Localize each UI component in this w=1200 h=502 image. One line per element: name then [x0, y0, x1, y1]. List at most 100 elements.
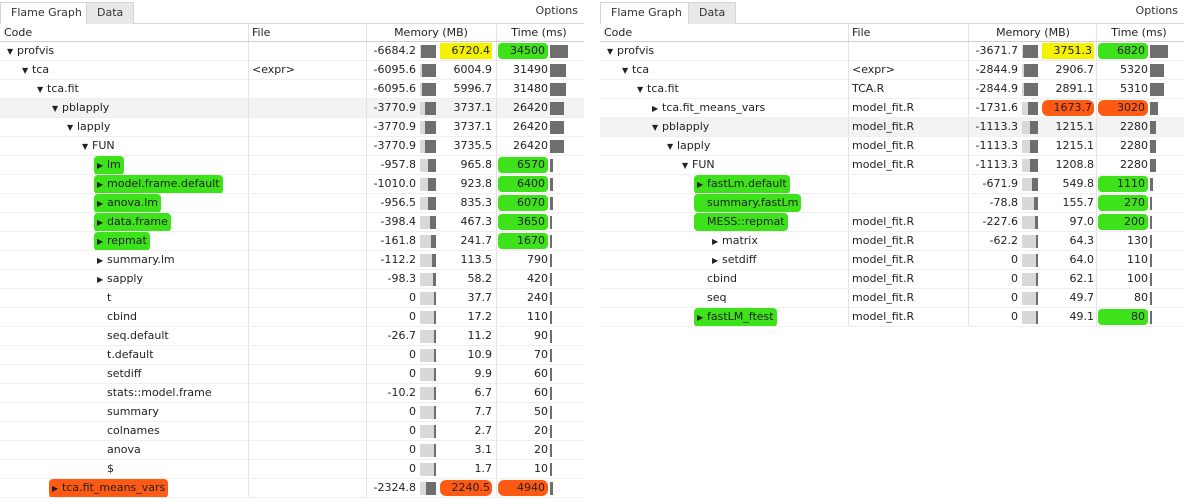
expand-arrow-down-icon[interactable]: ▼	[22, 62, 32, 79]
function-label: t	[107, 291, 112, 304]
file-cell	[252, 441, 364, 459]
table-row[interactable]: ▶ model.frame.default -1010.0 923.8 6400	[0, 175, 584, 194]
tab-data[interactable]: Data	[688, 2, 737, 24]
expand-arrow-down-icon[interactable]: ▼	[652, 119, 662, 136]
time-cell: 50	[498, 403, 580, 421]
expand-arrow-down-icon[interactable]: ▼	[67, 119, 77, 136]
time-value: 1670	[498, 233, 548, 249]
table-row[interactable]: ▼ tca <expr> -6095.6 6004.9 31490	[0, 61, 584, 80]
table-row[interactable]: ▶ tca.fit_means_vars model_fit.R -1731.6 167…	[600, 99, 1184, 118]
expand-arrow-right-icon[interactable]: ▶	[712, 233, 722, 250]
options-link[interactable]: Options	[536, 4, 578, 17]
table-row[interactable]: ▶ tca.fit_means_vars -2324.8 2240.5 4940	[0, 479, 584, 498]
function-label: anova	[107, 443, 141, 456]
time-cell: 200	[1098, 213, 1180, 231]
table-row[interactable]: ▼ lapply -3770.9 3737.1 26420	[0, 118, 584, 137]
tab-flame-graph[interactable]: Flame Graph	[0, 2, 93, 24]
expand-arrow-right-icon[interactable]: ▶	[52, 480, 62, 497]
table-row[interactable]: ▶ anova.lm -956.5 835.3 6070	[0, 194, 584, 213]
table-row[interactable]: ▼ tca <expr> -2844.9 2906.7 5320	[600, 61, 1184, 80]
tab-flame-graph[interactable]: Flame Graph	[600, 2, 693, 24]
expand-arrow-right-icon[interactable]: ▶	[697, 176, 707, 193]
table-row[interactable]: ▼ tca.fit TCA.R -2844.9 2891.1 5310	[600, 80, 1184, 99]
table-row[interactable]: ▼ profvis -6684.2 6720.4 34500	[0, 42, 584, 61]
header-time[interactable]: Time (ms)	[1098, 24, 1180, 41]
expand-arrow-right-icon[interactable]: ▶	[97, 195, 107, 212]
code-cell: ▼ lapply	[604, 137, 848, 155]
time-value: 50	[534, 405, 548, 418]
table-row[interactable]: seq model_fit.R 0 49.7 80	[600, 289, 1184, 308]
function-label: tca.fit_means_vars	[662, 101, 766, 114]
table-row[interactable]: ▼ lapply model_fit.R -1113.3 1215.1 2280	[600, 137, 1184, 156]
options-link[interactable]: Options	[1136, 4, 1178, 17]
expand-arrow-right-icon[interactable]: ▶	[97, 252, 107, 269]
header-memory[interactable]: Memory (MB)	[970, 24, 1096, 41]
expand-arrow-down-icon[interactable]: ▼	[682, 157, 692, 174]
expand-arrow-down-icon[interactable]: ▼	[52, 100, 62, 117]
table-row[interactable]: ▶ fastLm.default -671.9 549.8 1110	[600, 175, 1184, 194]
table-row[interactable]: ▼ FUN -3770.9 3735.5 26420	[0, 137, 584, 156]
header-file[interactable]: File	[852, 24, 968, 41]
memory-cell: 0 9.9	[368, 365, 494, 383]
expand-arrow-down-icon[interactable]: ▼	[607, 43, 617, 60]
table-row[interactable]: ▶ sapply -98.3 58.2 420	[0, 270, 584, 289]
memory-alloc-value: 6.7	[474, 386, 493, 399]
memory-alloc-value: 64.0	[1069, 253, 1095, 266]
table-row[interactable]: ▶ matrix model_fit.R -62.2 64.3 130	[600, 232, 1184, 251]
expand-arrow-down-icon[interactable]: ▼	[37, 81, 47, 98]
table-row[interactable]: ▼ profvis -3671.7 3751.3 6820	[600, 42, 1184, 61]
expand-arrow-right-icon[interactable]: ▶	[652, 100, 662, 117]
table-row[interactable]: ▼ pblapply model_fit.R -1113.3 1215.1 2280	[600, 118, 1184, 137]
expand-arrow-down-icon[interactable]: ▼	[7, 43, 17, 60]
expand-arrow-down-icon[interactable]: ▼	[667, 138, 677, 155]
time-bar	[1150, 159, 1156, 172]
memory-bar	[420, 292, 436, 305]
expand-arrow-down-icon[interactable]: ▼	[622, 62, 632, 79]
expand-arrow-right-icon[interactable]: ▶	[97, 157, 107, 174]
table-row[interactable]: ▼ FUN model_fit.R -1113.3 1208.8 2280	[600, 156, 1184, 175]
table-row[interactable]: ▼ tca.fit -6095.6 5996.7 31480	[0, 80, 584, 99]
table-row[interactable]: ▶ lm -957.8 965.8 6570	[0, 156, 584, 175]
table-row[interactable]: setdiff 0 9.9 60	[0, 365, 584, 384]
time-value: 790	[527, 253, 548, 266]
table-row[interactable]: summary 0 7.7 50	[0, 403, 584, 422]
expand-arrow-down-icon[interactable]: ▼	[82, 138, 92, 155]
table-row[interactable]: ▶ summary.lm -112.2 113.5 790	[0, 251, 584, 270]
table-row[interactable]: stats::model.frame -10.2 6.7 60	[0, 384, 584, 403]
header-file[interactable]: File	[252, 24, 364, 41]
table-row[interactable]: ▶ repmat -161.8 241.7 1670	[0, 232, 584, 251]
expand-arrow-right-icon[interactable]: ▶	[97, 271, 107, 288]
table-row[interactable]: cbind model_fit.R 0 62.1 100	[600, 270, 1184, 289]
table-row[interactable]: ▶ setdiff model_fit.R 0 64.0 110	[600, 251, 1184, 270]
memory-bar	[420, 311, 436, 324]
time-bar	[1150, 311, 1152, 324]
table-row[interactable]: ▶ data.frame -398.4 467.3 3650	[0, 213, 584, 232]
memory-alloc-value: 1673.7	[1042, 100, 1094, 116]
table-row[interactable]: colnames 0 2.7 20	[0, 422, 584, 441]
table-row[interactable]: $0 1.7 10	[0, 460, 584, 479]
header-time[interactable]: Time (ms)	[498, 24, 580, 41]
tab-data[interactable]: Data	[86, 2, 135, 24]
expand-arrow-right-icon[interactable]: ▶	[712, 252, 722, 269]
table-row[interactable]: ▼ pblapply -3770.9 3737.1 26420	[0, 99, 584, 118]
expand-arrow-right-icon[interactable]: ▶	[97, 214, 107, 231]
table-row[interactable]: t 0 37.7 240	[0, 289, 584, 308]
table-row[interactable]: seq.default -26.7 11.2 90	[0, 327, 584, 346]
header-memory[interactable]: Memory (MB)	[368, 24, 494, 41]
table-row[interactable]: t.default 0 10.9 70	[0, 346, 584, 365]
memory-cell: -6684.2 6720.4	[368, 42, 494, 60]
expand-arrow-right-icon[interactable]: ▶	[697, 309, 707, 326]
memory-alloc-value: 3751.3	[1042, 43, 1094, 59]
expand-arrow-down-icon[interactable]: ▼	[637, 81, 647, 98]
table-row[interactable]: summary.fastLm -78.8 155.7 270	[600, 194, 1184, 213]
expand-arrow-right-icon[interactable]: ▶	[97, 233, 107, 250]
expand-arrow-right-icon[interactable]: ▶	[97, 176, 107, 193]
time-value: 2280	[1120, 120, 1148, 133]
table-row[interactable]: MESS::repmat model_fit.R -227.6 97.0 200	[600, 213, 1184, 232]
header-code[interactable]: Code	[604, 24, 848, 41]
table-row[interactable]: ▶ fastLM_ftest model_fit.R 0 49.1 80	[600, 308, 1184, 327]
table-row[interactable]: anova 0 3.1 20	[0, 441, 584, 460]
header-code[interactable]: Code	[4, 24, 246, 41]
table-row[interactable]: cbind 0 17.2 110	[0, 308, 584, 327]
code-cell: ▼ pblapply	[604, 118, 848, 136]
